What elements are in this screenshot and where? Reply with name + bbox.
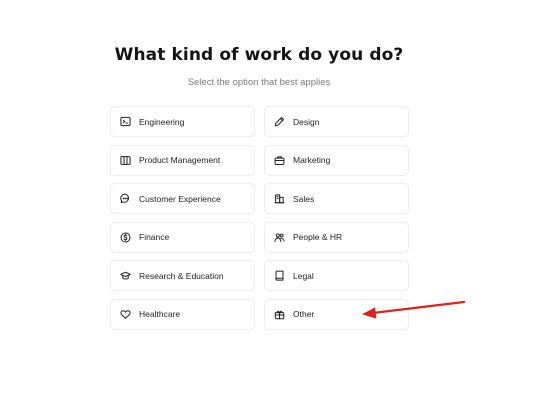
option-label: Healthcare <box>139 309 181 319</box>
option-marketing[interactable]: Marketing <box>264 144 409 176</box>
terminal-icon <box>120 116 131 127</box>
option-label: Product Management <box>139 155 221 165</box>
option-design[interactable]: Design <box>264 106 409 137</box>
briefcase-icon <box>274 155 285 166</box>
option-label: Sales <box>293 193 315 204</box>
option-label: Customer Experience <box>139 193 221 204</box>
option-label: People & HR <box>293 232 343 242</box>
book-icon <box>274 270 285 281</box>
option-label: Research & Education <box>139 270 224 281</box>
graduation-cap-icon <box>120 270 131 281</box>
page-subtitle: Select the option that best applies <box>187 77 331 88</box>
columns-icon <box>120 155 131 166</box>
option-label: Finance <box>139 232 170 242</box>
option-label: Engineering <box>139 116 185 127</box>
option-people-hr[interactable]: People & HR <box>264 221 409 253</box>
option-healthcare[interactable]: Healthcare <box>110 298 255 330</box>
storefront-icon <box>274 193 285 204</box>
option-customer-experience[interactable]: Customer Experience <box>110 183 255 214</box>
pencil-icon <box>274 116 285 127</box>
option-legal[interactable]: Legal <box>264 260 409 291</box>
annotation-arrow <box>362 300 466 319</box>
heart-icon <box>120 309 131 320</box>
option-label: Other <box>293 309 315 319</box>
option-engineering[interactable]: Engineering <box>110 106 255 137</box>
option-product-management[interactable]: Product Management <box>110 144 255 176</box>
chat-bubble-icon <box>120 193 131 204</box>
option-label: Design <box>293 116 320 127</box>
people-icon <box>274 232 285 243</box>
option-label: Marketing <box>293 155 331 165</box>
dollar-coin-icon <box>120 232 131 243</box>
option-label: Legal <box>293 270 314 281</box>
option-sales[interactable]: Sales <box>264 183 409 214</box>
gift-icon <box>274 309 285 320</box>
option-research-education[interactable]: Research & Education <box>110 260 255 291</box>
page-title: What kind of work do you do? <box>114 45 404 65</box>
option-finance[interactable]: Finance <box>110 221 255 253</box>
